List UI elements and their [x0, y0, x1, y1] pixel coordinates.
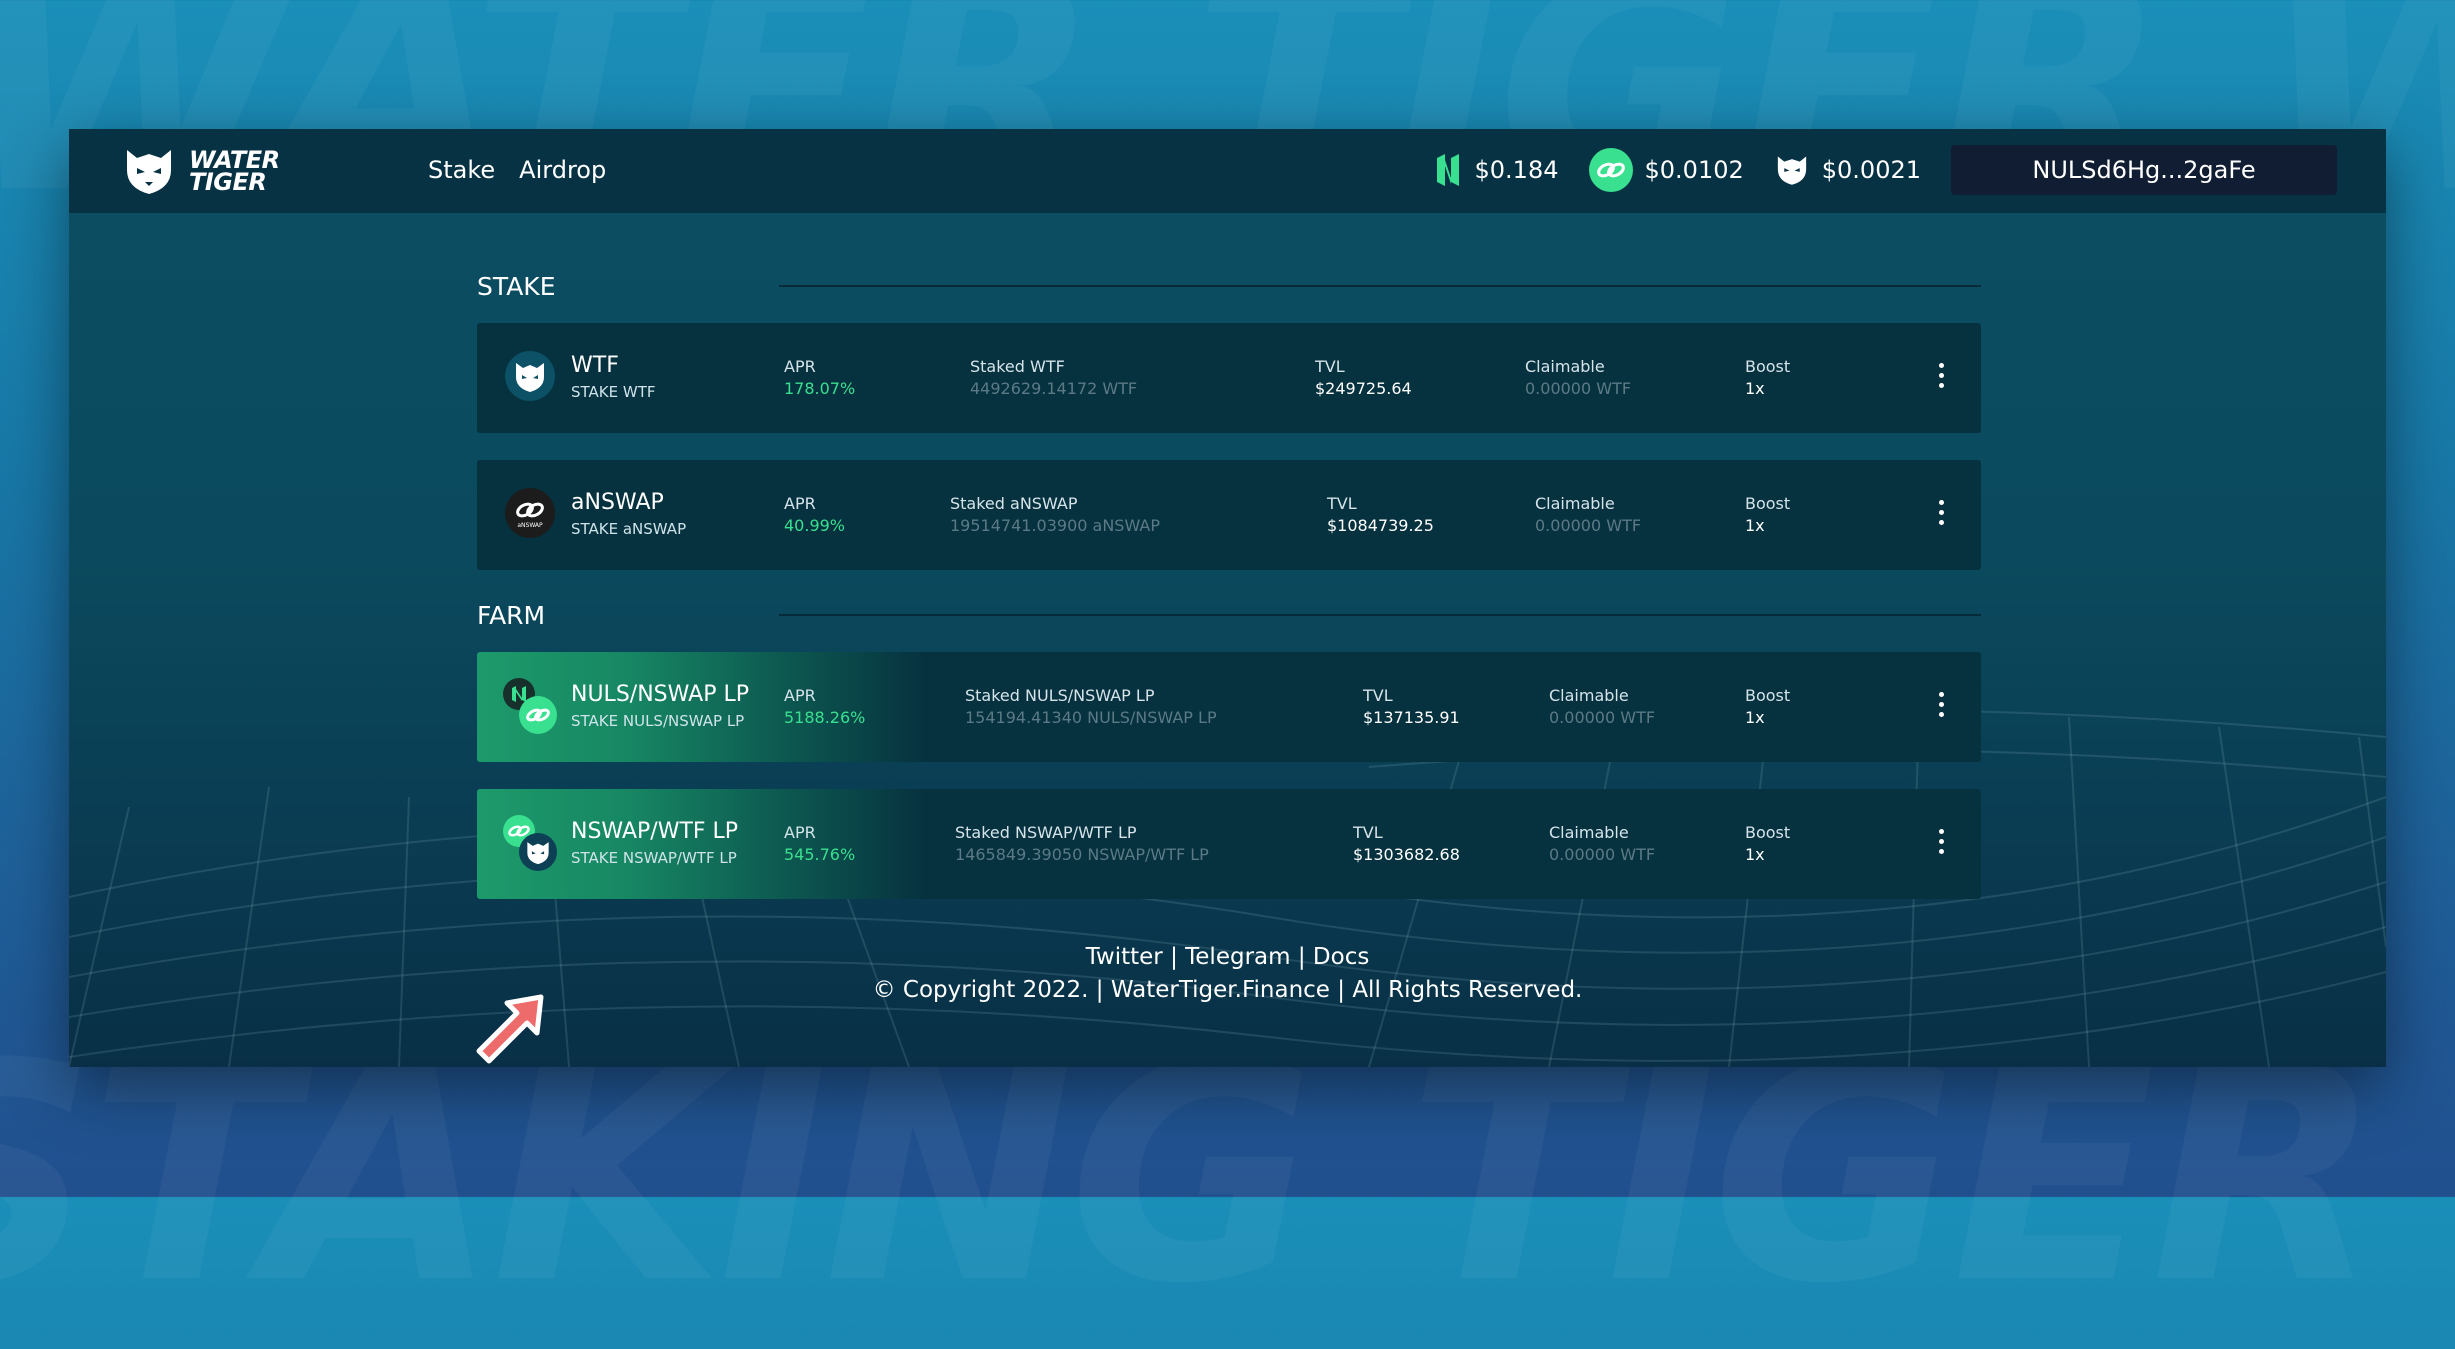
section-divider — [779, 285, 1981, 287]
tiger-token-icon — [519, 833, 557, 871]
apr-value: 178.07% — [784, 379, 856, 398]
apr-column: APR 178.07% — [784, 357, 856, 398]
pool-subtitle: STAKE NULS/NSWAP LP — [571, 712, 745, 730]
footer-link-docs[interactable]: Docs — [1313, 944, 1369, 970]
footer-links: Twitter | Telegram | Docs — [69, 944, 2386, 970]
nswap-icon — [1588, 148, 1633, 192]
pool-card-nswap-wtf-lp[interactable]: NSWAP/WTF LP STAKE NSWAP/WTF LP APR 545.… — [477, 789, 1981, 899]
staked-value: 4492629.14172 WTF — [970, 379, 1138, 398]
pool-name: WTF — [571, 353, 619, 378]
staked-column: Staked WTF 4492629.14172 WTF — [970, 357, 1138, 398]
stake-section-title: STAKE — [477, 272, 556, 301]
boost-value: 1x — [1745, 516, 1765, 535]
footer-link-twitter[interactable]: Twitter — [1086, 944, 1163, 970]
claimable-value: 0.00000 WTF — [1535, 516, 1642, 535]
tvl-value: $249725.64 — [1315, 379, 1412, 398]
pool-card-wtf[interactable]: WTF STAKE WTF APR 178.07% Staked WTF 449… — [477, 323, 1981, 433]
boost-value: 1x — [1745, 845, 1765, 864]
farm-section-title: FARM — [477, 601, 546, 630]
answap-token-icon: aNSWAP — [505, 488, 555, 538]
footer-separator: | — [1170, 944, 1178, 970]
top-navbar: WATER TIGER Stake Airdrop $0.184 $0.0102… — [69, 129, 2386, 213]
apr-value: 5188.26% — [784, 708, 866, 727]
boost-value: 1x — [1745, 708, 1765, 727]
more-options-icon[interactable] — [1936, 500, 1946, 530]
claimable-value: 0.00000 WTF — [1525, 379, 1632, 398]
claimable-column: Claimable 0.00000 WTF — [1549, 823, 1656, 864]
pool-card-nuls-nswap-lp[interactable]: NULS/NSWAP LP STAKE NULS/NSWAP LP APR 51… — [477, 652, 1981, 762]
claimable-column: Claimable 0.00000 WTF — [1525, 357, 1632, 398]
pool-card-answap[interactable]: aNSWAP aNSWAP STAKE aNSWAP APR 40.99% St… — [477, 460, 1981, 570]
wallet-address-button[interactable]: NULSd6Hg...2gaFe — [1951, 145, 2337, 195]
pool-subtitle: STAKE aNSWAP — [571, 520, 687, 538]
tvl-column: TVL $1303682.68 — [1353, 823, 1460, 864]
pool-name: NSWAP/WTF LP — [571, 819, 739, 844]
staked-value: 154194.41340 NULS/NSWAP LP — [965, 708, 1217, 727]
pool-subtitle: STAKE WTF — [571, 383, 656, 401]
claimable-value: 0.00000 WTF — [1549, 845, 1656, 864]
staked-value: 1465849.39050 NSWAP/WTF LP — [955, 845, 1209, 864]
apr-column: APR 40.99% — [784, 494, 846, 535]
nuls-price: $0.184 — [1433, 150, 1559, 190]
pool-name: aNSWAP — [571, 490, 664, 515]
pool-subtitle: STAKE NSWAP/WTF LP — [571, 849, 737, 867]
water-tiger-logo[interactable]: WATER TIGER — [121, 146, 280, 196]
svg-text:aNSWAP: aNSWAP — [517, 522, 543, 529]
tiger-logo-icon — [127, 150, 171, 194]
apr-column: APR 545.76% — [784, 823, 856, 864]
nswap-token-icon — [519, 696, 557, 734]
boost-value: 1x — [1745, 379, 1765, 398]
section-divider — [779, 614, 1981, 616]
boost-column: Boost 1x — [1745, 686, 1791, 727]
nswap-price: $0.0102 — [1588, 148, 1744, 192]
claimable-column: Claimable 0.00000 WTF — [1535, 494, 1642, 535]
tvl-column: TVL $249725.64 — [1315, 357, 1412, 398]
tvl-column: TVL $1084739.25 — [1327, 494, 1434, 535]
wtf-price: $0.0021 — [1774, 153, 1921, 187]
boost-column: Boost 1x — [1745, 357, 1791, 398]
more-options-icon[interactable] — [1936, 692, 1946, 722]
tvl-value: $1303682.68 — [1353, 845, 1460, 864]
nuls-icon — [1436, 154, 1459, 186]
main-nav: Stake Airdrop — [428, 156, 606, 184]
footer-link-telegram[interactable]: Telegram — [1185, 944, 1290, 970]
app-window: WATER TIGER Stake Airdrop $0.184 $0.0102… — [69, 129, 2386, 1067]
pool-name: NULS/NSWAP LP — [571, 682, 749, 707]
staked-value: 19514741.03900 aNSWAP — [950, 516, 1160, 535]
price-tickers: $0.184 $0.0102 $0.0021 NULSd6Hg...2gaFe — [1433, 145, 2337, 195]
claimable-column: Claimable 0.00000 WTF — [1549, 686, 1656, 727]
footer-copyright: © Copyright 2022. | WaterTiger.Finance |… — [872, 977, 1583, 1003]
tvl-value: $1084739.25 — [1327, 516, 1434, 535]
staked-column: Staked NULS/NSWAP LP 154194.41340 NULS/N… — [965, 686, 1217, 727]
more-options-icon[interactable] — [1936, 829, 1946, 859]
nav-stake[interactable]: Stake — [428, 156, 495, 184]
tiger-token-icon — [505, 351, 555, 401]
more-options-icon[interactable] — [1936, 363, 1946, 393]
claimable-value: 0.00000 WTF — [1549, 708, 1656, 727]
staked-column: Staked NSWAP/WTF LP 1465849.39050 NSWAP/… — [955, 823, 1209, 864]
logo-wordmark: WATER TIGER — [189, 146, 280, 196]
footer-separator: | — [1297, 944, 1306, 970]
apr-value: 40.99% — [784, 516, 846, 535]
apr-value: 545.76% — [784, 845, 856, 864]
apr-column: APR 5188.26% — [784, 686, 866, 727]
pointer-arrow-icon — [476, 994, 544, 1064]
boost-column: Boost 1x — [1745, 494, 1791, 535]
boost-column: Boost 1x — [1745, 823, 1791, 864]
nav-airdrop[interactable]: Airdrop — [519, 156, 606, 184]
tvl-column: TVL $137135.91 — [1363, 686, 1460, 727]
tvl-value: $137135.91 — [1363, 708, 1460, 727]
staked-column: Staked aNSWAP 19514741.03900 aNSWAP — [950, 494, 1160, 535]
tiger-icon — [1777, 156, 1806, 185]
